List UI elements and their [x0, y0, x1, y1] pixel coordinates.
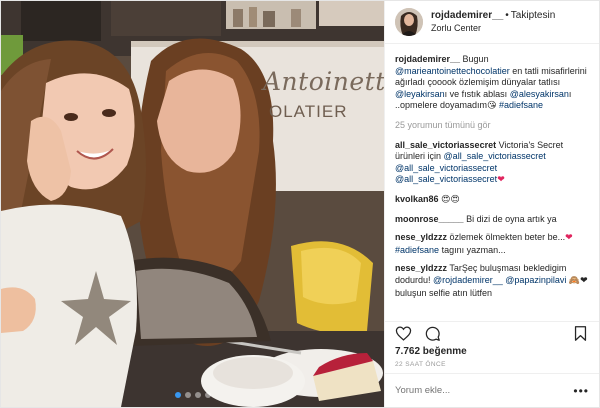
comment-text: buluşun selfie atın lütfen: [395, 287, 493, 298]
following-status[interactable]: Takiptesin: [511, 10, 555, 21]
more-options-icon[interactable]: •••: [573, 384, 589, 398]
author-username[interactable]: rojdademirer__: [431, 10, 503, 21]
heart-icon: [395, 326, 412, 341]
comment-mention[interactable]: @all_sale_victoriassecret: [395, 163, 497, 173]
caption-hashtag[interactable]: #adiefsane: [499, 100, 543, 110]
comment-icon: [425, 326, 440, 341]
comment-username[interactable]: nese_yldzzz: [395, 263, 447, 273]
comment-username[interactable]: all_sale_victoriassecret: [395, 140, 496, 150]
likes-count[interactable]: 7.762 beğenme: [385, 345, 599, 359]
add-comment-bar: •••: [385, 373, 599, 407]
carousel-dot-1[interactable]: [174, 392, 181, 398]
instagram-post: Antoinette OLATIER rojdademirer__•Takipt: [0, 0, 600, 408]
post-header: rojdademirer__ • Takiptesin Zorlu Center: [385, 1, 599, 44]
like-button[interactable]: [395, 325, 412, 342]
comment: all_sale_victoriassecret Victoria's Secr…: [395, 140, 589, 187]
post-panel: rojdademirer__ • Takiptesin Zorlu Center r…: [384, 1, 599, 407]
heart-emoji-icon: ❤: [565, 233, 573, 244]
comment-mention[interactable]: @all_sale_victoriassecret: [444, 151, 546, 161]
view-all-comments-link[interactable]: 25 yorumun tümünü gör: [395, 120, 589, 132]
comment-mention[interactable]: @all_sale_victoriassecret: [395, 174, 497, 184]
comment-username[interactable]: kvolkan86: [395, 194, 439, 204]
post-location[interactable]: Zorlu Center: [431, 23, 555, 34]
comments-section: rojdademirer__ Bugun @marieantoinettecho…: [385, 44, 599, 321]
chocolatier-logo-script: Antoinette: [263, 67, 384, 96]
save-button[interactable]: [572, 325, 589, 342]
comment-text: Bi dizi de oyna artık ya: [466, 213, 557, 224]
carousel-dot-3[interactable]: [194, 392, 201, 398]
comment-username[interactable]: moonrose_____: [395, 214, 464, 224]
comment-button[interactable]: [424, 325, 441, 342]
comment-text: özlemek ölmekten beter be...: [449, 232, 566, 243]
comment-username[interactable]: nese_yldzzz: [395, 232, 447, 242]
carousel-dot-4[interactable]: [204, 392, 211, 398]
caption-mention[interactable]: @leyakirsan: [395, 89, 445, 99]
chocolatier-logo-text: OLATIER: [269, 102, 348, 121]
caption-text: ı ve fıstık ablası: [444, 88, 508, 99]
comment: moonrose_____ Bi dizi de oyna artık ya: [395, 214, 589, 226]
comment-text: tagını yazman...: [441, 244, 506, 255]
header-top-line: rojdademirer__ • Takiptesin: [431, 10, 555, 23]
carousel-dot-2[interactable]: [184, 392, 191, 398]
comment-mention[interactable]: @papazinpilavi: [505, 275, 566, 285]
separator-dot: •: [505, 10, 509, 22]
carousel-indicator: [1, 392, 384, 398]
caption-mention[interactable]: @alesyakirsan: [510, 89, 569, 99]
caption-username[interactable]: rojdademirer__: [395, 54, 460, 64]
comment-mention[interactable]: @rojdademirer__: [433, 275, 503, 285]
action-bar: [385, 321, 599, 345]
comment: kvolkan86 😍😍: [395, 194, 589, 207]
caption-mention[interactable]: @marieantoinettechocolatier: [395, 66, 510, 76]
photo-illustration: [1, 1, 384, 407]
avatar[interactable]: [395, 8, 423, 36]
comment-hashtag[interactable]: #adiefsane: [395, 245, 439, 255]
heart-eyes-emoji-icon: 😍😍: [441, 194, 460, 205]
post-photo[interactable]: Antoinette OLATIER: [1, 1, 384, 407]
comment-input[interactable]: [395, 385, 555, 396]
caption: rojdademirer__ Bugun @marieantoinettecho…: [395, 54, 589, 113]
monkey-heart-emoji-icon: 🙈❤: [568, 275, 588, 286]
heart-emoji-icon: ❤: [497, 175, 505, 186]
comment: nese_yldzzz özlemek ölmekten beter be...…: [395, 232, 589, 256]
kiss-emoji-icon: 😘: [487, 101, 497, 112]
post-timestamp[interactable]: 22 SAAT ÖNCE: [385, 359, 599, 373]
header-text: rojdademirer__ • Takiptesin Zorlu Center: [431, 10, 555, 34]
bookmark-icon: [574, 326, 587, 341]
caption-text: Bugun: [462, 54, 489, 64]
comment: nese_yldzzz TarŞeç buluşması bekledigim …: [395, 263, 589, 299]
